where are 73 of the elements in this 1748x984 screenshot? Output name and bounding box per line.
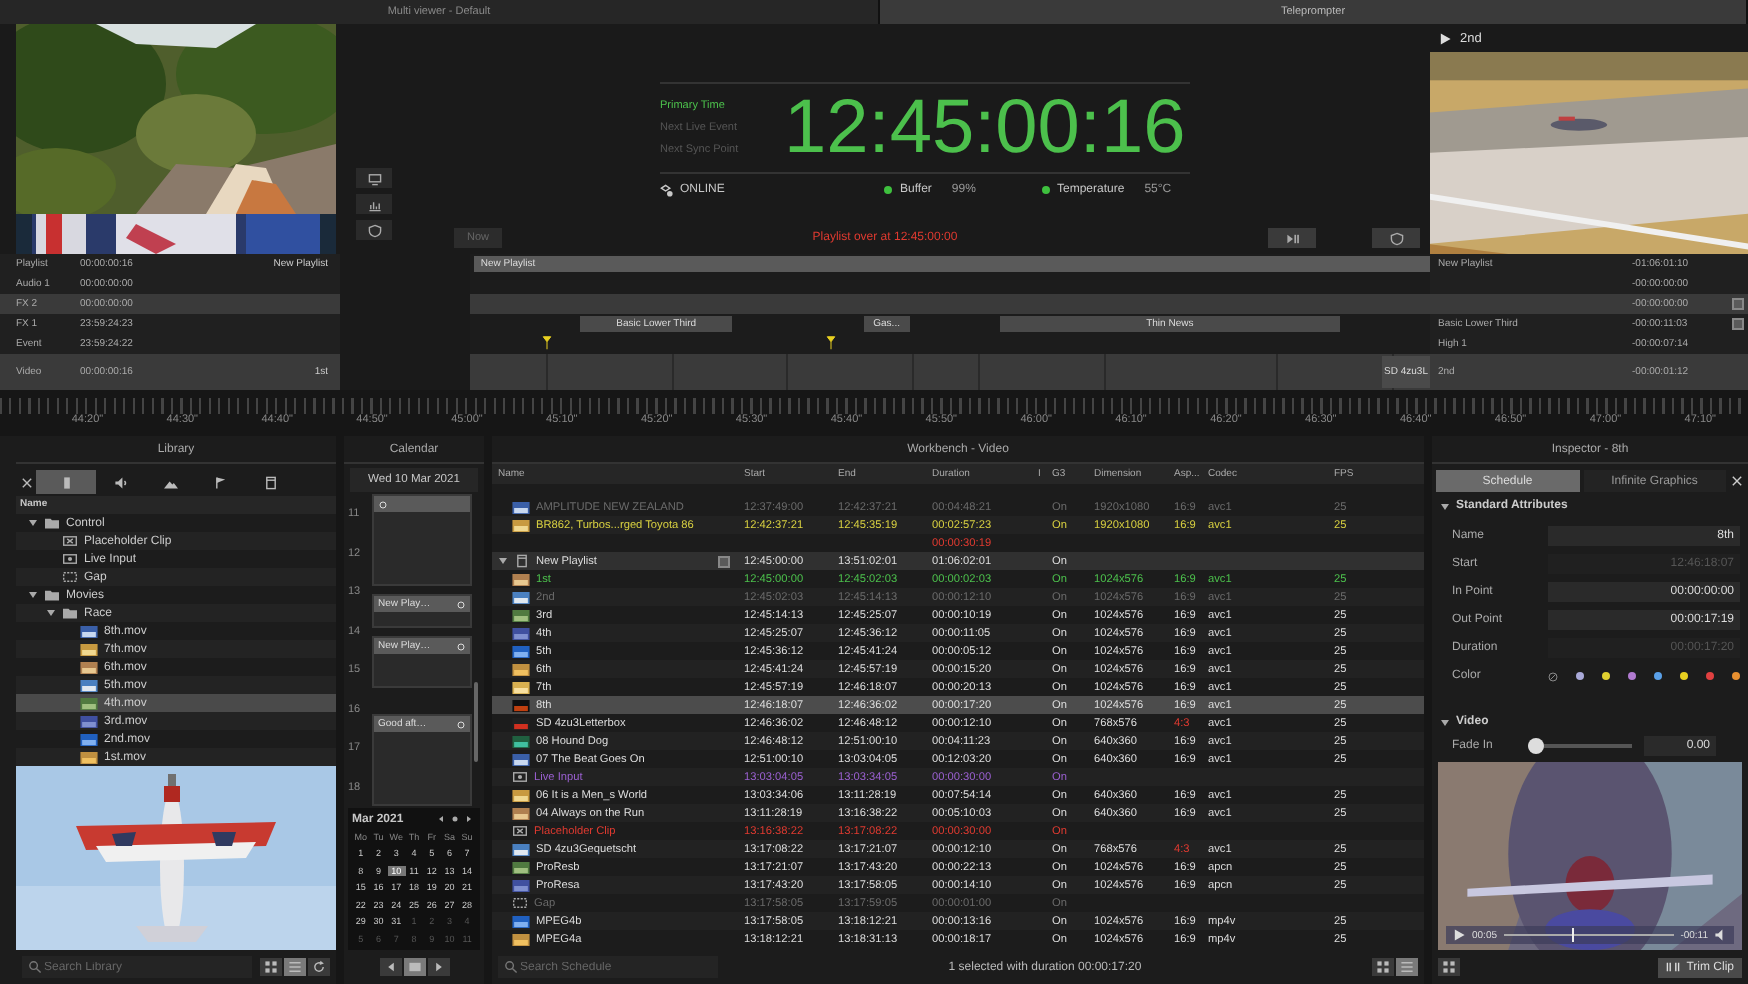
color-swatch[interactable] bbox=[1654, 672, 1662, 680]
document-icon bbox=[264, 475, 278, 489]
list-icon bbox=[1400, 960, 1414, 974]
flag-icon bbox=[214, 475, 228, 489]
live-input-icon bbox=[512, 770, 528, 784]
timecode: 12:45:00:16 bbox=[784, 87, 1186, 167]
shield-button[interactable] bbox=[356, 220, 392, 240]
expanded-icon bbox=[28, 518, 38, 528]
grid-icon bbox=[1442, 960, 1456, 974]
next-icon bbox=[431, 960, 445, 974]
search-icon bbox=[504, 960, 518, 974]
color-swatch[interactable] bbox=[1680, 672, 1688, 680]
close-button[interactable] bbox=[1730, 474, 1744, 488]
play-pause-icon bbox=[1285, 231, 1299, 245]
no-color-icon bbox=[1548, 671, 1558, 681]
scrollbar bbox=[474, 682, 478, 762]
chart-icon bbox=[367, 197, 381, 211]
close-icon bbox=[1730, 474, 1744, 488]
color-swatch[interactable] bbox=[1602, 672, 1610, 680]
today-button[interactable] bbox=[450, 813, 462, 825]
gap-icon bbox=[512, 896, 528, 910]
placeholder-icon bbox=[512, 824, 528, 838]
clip-icon bbox=[59, 475, 73, 489]
shield-button[interactable] bbox=[1372, 228, 1420, 248]
view-button[interactable] bbox=[308, 958, 330, 976]
gap-icon bbox=[62, 570, 78, 584]
chart-button[interactable] bbox=[356, 194, 392, 214]
view-button[interactable] bbox=[1372, 958, 1394, 976]
color-swatch[interactable] bbox=[1576, 672, 1584, 680]
slider-thumb[interactable] bbox=[1528, 738, 1544, 754]
previous-day-button[interactable] bbox=[379, 958, 401, 976]
refresh-icon bbox=[312, 960, 326, 974]
speaker-icon bbox=[1714, 928, 1728, 942]
close-icon bbox=[19, 475, 33, 489]
today-icon bbox=[450, 814, 460, 824]
previous-icon bbox=[383, 960, 397, 974]
playlist-button[interactable] bbox=[718, 555, 730, 567]
monitor-icon bbox=[367, 171, 381, 185]
play-icon bbox=[1438, 31, 1452, 45]
search-icon bbox=[28, 960, 42, 974]
trim-icon bbox=[1666, 960, 1681, 974]
play-icon bbox=[1452, 928, 1466, 942]
event-icon bbox=[456, 641, 466, 651]
color-swatch[interactable] bbox=[1706, 672, 1714, 680]
color-swatch[interactable] bbox=[1732, 672, 1740, 680]
view-button[interactable] bbox=[260, 958, 282, 976]
marker-icon bbox=[542, 336, 552, 350]
layout-button[interactable] bbox=[1438, 958, 1460, 976]
speaker-icon bbox=[114, 475, 128, 489]
shield-icon bbox=[367, 223, 381, 237]
previous-icon bbox=[436, 814, 446, 824]
next-icon bbox=[464, 814, 474, 824]
list-icon bbox=[288, 960, 302, 974]
next-day-button[interactable] bbox=[427, 958, 449, 976]
monitor-button[interactable] bbox=[356, 168, 392, 188]
grid-icon bbox=[264, 960, 278, 974]
live-input-icon bbox=[62, 552, 78, 566]
event-icon bbox=[378, 499, 388, 509]
color-swatch[interactable] bbox=[1628, 672, 1636, 680]
previous-button[interactable] bbox=[436, 813, 448, 825]
event-icon bbox=[456, 719, 466, 729]
shield-icon bbox=[1389, 231, 1403, 245]
grid-icon bbox=[1376, 960, 1390, 974]
play-pause-button[interactable] bbox=[1268, 228, 1316, 248]
next-button[interactable] bbox=[464, 813, 476, 825]
document-icon bbox=[514, 554, 530, 568]
event-icon bbox=[456, 599, 466, 609]
marker-icon bbox=[825, 336, 836, 350]
today-icon bbox=[407, 960, 421, 974]
placeholder-icon bbox=[62, 534, 78, 548]
today-day-button[interactable] bbox=[403, 958, 425, 976]
network-icon bbox=[660, 183, 674, 197]
expanded-icon bbox=[498, 556, 508, 566]
